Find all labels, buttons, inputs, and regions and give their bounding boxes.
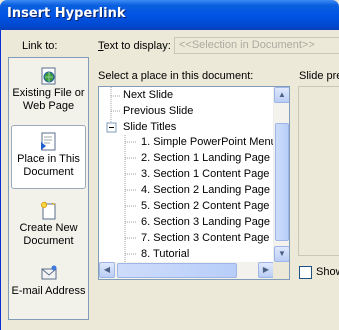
tree-item-slide[interactable]: 3. Section 1 Content Page [141,167,269,182]
document-place-tree[interactable]: Next Slide Previous Slide Slide Titles 1… [98,86,290,280]
tree-item-previous-slide[interactable]: Previous Slide [123,104,193,119]
scroll-left-button[interactable]: ◀ [99,262,115,278]
new-document-icon [40,201,55,220]
window-title: Insert Hyperlink [7,6,126,21]
show-slide-checkbox[interactable] [299,266,312,279]
scroll-up-button[interactable]: ▲ [274,87,289,103]
select-place-label: Select a place in this document: [98,70,254,82]
text-to-display-field[interactable]: <<Selection in Document>> [174,37,339,54]
email-address-button[interactable]: E-mail Address [11,264,86,298]
title-bar[interactable]: Insert Hyperlink [0,0,339,30]
tree-vertical-scrollbar[interactable]: ▲ ▼ [273,87,289,262]
tree-item-slide[interactable]: 8. Tutorial [141,247,189,262]
tree-item-slide[interactable]: 6. Section 3 Landing Page [141,215,270,230]
tree-item-slide[interactable]: 2. Section 1 Landing Page [141,151,270,166]
horizontal-scroll-thumb[interactable] [117,263,237,278]
scroll-right-button[interactable]: ▶ [258,262,274,278]
vertical-scroll-thumb[interactable] [275,123,289,241]
scroll-down-button[interactable]: ▼ [274,246,289,262]
existing-file-or-web-page-button[interactable]: Existing File or Web Page [11,66,86,113]
link-to-label: Link to: [22,40,58,52]
tree-horizontal-scrollbar[interactable]: ◀ ▶ [99,262,274,279]
create-new-document-button[interactable]: Create New Document [11,201,86,248]
document-place-icon [40,132,55,151]
tree-item-next-slide[interactable]: Next Slide [123,88,173,103]
slide-preview-box [298,86,339,256]
place-in-this-document-button[interactable]: Place in This Document [11,125,86,189]
scroll-corner [273,262,289,279]
link-to-panel: Existing File or Web Page Place in This … [8,57,89,320]
tree-item-slide[interactable]: 4. Section 2 Landing Page [141,183,270,198]
text-to-display-label: Text to display: [98,40,171,52]
tree-item-slide-titles[interactable]: Slide Titles [123,120,176,135]
email-icon [41,265,56,280]
globe-file-icon [41,67,55,85]
tree-item-slide[interactable]: 1. Simple PowerPoint Menus [141,135,282,150]
tree-item-slide[interactable]: 5. Section 2 Content Page [141,199,269,214]
slide-preview-label: Slide pre [299,70,339,82]
tree-item-slide[interactable]: 7. Section 3 Content Page [141,231,269,246]
show-checkbox-label: Show [316,266,339,278]
